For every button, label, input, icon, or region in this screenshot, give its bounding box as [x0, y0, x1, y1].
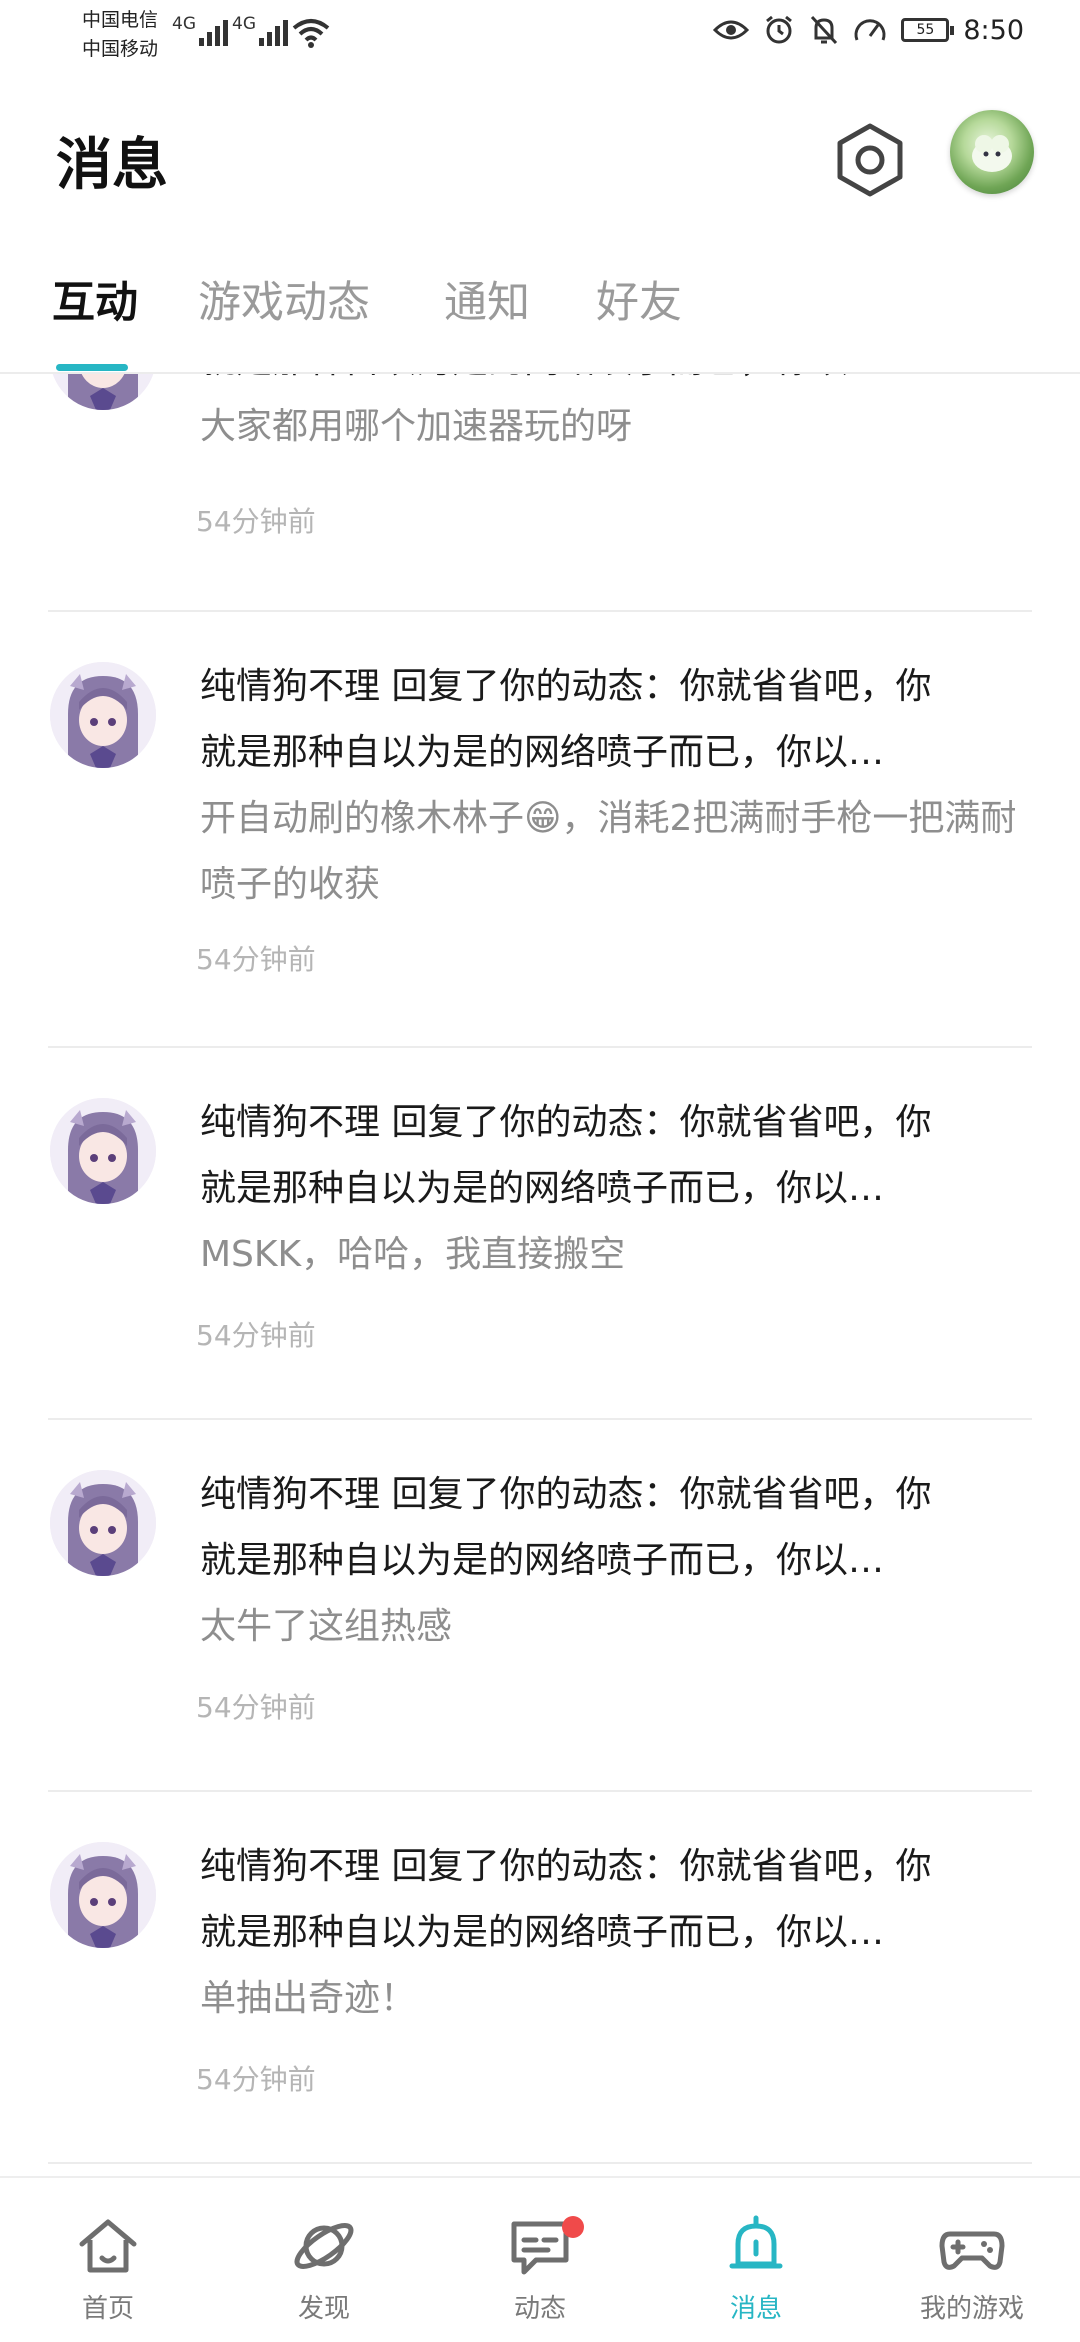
page-title: 消息	[56, 133, 168, 198]
bell-icon	[729, 2215, 783, 2269]
timestamp: 54分钟前	[196, 1319, 316, 1352]
active-tab-indicator	[56, 364, 128, 371]
reply-content: 太牛了这组热感	[200, 1606, 453, 1647]
tab-bar: 互动 游戏动态 通知 好友	[0, 268, 1080, 374]
sender-avatar[interactable]	[50, 372, 156, 410]
timestamp: 54分钟前	[196, 505, 316, 538]
nav-feed[interactable]: 动态	[432, 2178, 648, 2342]
timestamp: 54分钟前	[196, 2063, 316, 2096]
nav-my-games-label: 我的游戏	[919, 2294, 1024, 2324]
signal-1-icon: 4G	[172, 14, 228, 46]
speed-icon	[854, 19, 886, 41]
anime-avatar-icon	[50, 1098, 156, 1204]
carrier-labels: 中国电信 中国移动	[82, 6, 158, 64]
user-avatar[interactable]	[950, 110, 1034, 194]
sender-avatar[interactable]	[50, 662, 156, 768]
message-text-line2: 就是那种自以为是的网络喷子而已，你以…	[200, 372, 1030, 394]
message-text-line1: 纯情狗不理 回复了你的动态：你就省省吧，你	[200, 1846, 932, 1887]
message-text-line2: 就是那种自以为是的网络喷子而已，你以…	[200, 1168, 885, 1209]
carrier-2: 中国移动	[82, 38, 159, 60]
sender-avatar[interactable]	[50, 1098, 156, 1204]
tab-game-updates[interactable]: 游戏动态	[198, 268, 370, 330]
clock: 8:50	[963, 14, 1024, 46]
nav-discover[interactable]: 发现	[216, 2178, 432, 2342]
message-text-line1: 纯情狗不理 回复了你的动态：你就省省吧，你	[200, 1102, 932, 1143]
message-text-line2: 就是那种自以为是的网络喷子而已，你以…	[200, 1912, 885, 1953]
gamepad-icon	[939, 2231, 1005, 2270]
list-item[interactable]: 纯情狗不理 回复了你的动态：你就省省吧，你 就是那种自以为是的网络喷子而已，你以…	[0, 1048, 1080, 1418]
reply-content: 开自动刷的橡木林子😁，消耗2把满耐手枪一把满耐喷子的收获	[200, 798, 1017, 905]
message-text-line1: 纯情狗不理 回复了你的动态：你就省省吧，你	[200, 666, 932, 707]
nav-discover-label: 发现	[297, 2294, 350, 2324]
anime-avatar-icon	[50, 372, 156, 410]
mute-icon	[811, 15, 838, 45]
reply-content: MSKK，哈哈，我直接搬空	[200, 1234, 626, 1275]
nav-my-games[interactable]: 我的游戏	[864, 2178, 1080, 2342]
eye-comfort-icon	[713, 20, 750, 40]
reply-content: 单抽出奇迹！	[200, 1978, 417, 2019]
message-text-line1: 纯情狗不理 回复了你的动态：你就省省吧，你	[200, 1474, 932, 1515]
list-item[interactable]: 纯情狗不理 回复了你的动态：你就省省吧，你 就是那种自以为是的网络喷子而已，你以…	[0, 1792, 1080, 2162]
timestamp: 54分钟前	[196, 943, 316, 976]
message-text-line2: 就是那种自以为是的网络喷子而已，你以…	[200, 732, 885, 773]
nav-home[interactable]: 首页	[0, 2178, 216, 2342]
divider	[48, 2162, 1032, 2164]
network-1-label: 4G	[172, 14, 196, 34]
status-bar: 中国电信 中国移动 4G 4G 55 8:50	[0, 0, 1080, 72]
settings-hex-icon[interactable]	[832, 122, 908, 198]
sender-avatar[interactable]	[50, 1470, 156, 1576]
anime-avatar-icon	[50, 662, 156, 768]
message-list[interactable]: 就是那种自以为是的网络喷子而已，你以… 大家都用哪个加速器玩的呀 54分钟前 纯…	[0, 372, 1080, 2176]
list-item[interactable]: 纯情狗不理 回复了你的动态：你就省省吧，你 就是那种自以为是的网络喷子而已，你以…	[0, 1420, 1080, 1790]
carrier-1: 中国电信	[82, 9, 159, 31]
planet-icon	[294, 2223, 354, 2269]
notification-badge	[562, 2216, 584, 2238]
tab-notifications[interactable]: 通知	[444, 268, 530, 330]
anime-avatar-icon	[50, 1470, 156, 1576]
timestamp: 54分钟前	[196, 1691, 316, 1724]
signal-2-icon: 4G	[232, 14, 288, 46]
sender-avatar[interactable]	[50, 1842, 156, 1948]
anime-avatar-icon	[50, 1842, 156, 1948]
wifi-icon	[292, 19, 330, 48]
bottom-navigation: 首页 发现 动态 消息 我的游戏	[0, 2176, 1080, 2342]
reply-content: 大家都用哪个加速器玩的呀	[200, 406, 633, 447]
nav-home-label: 首页	[81, 2294, 134, 2324]
home-icon	[79, 2219, 137, 2273]
nav-messages-label: 消息	[729, 2294, 782, 2324]
nav-feed-label: 动态	[513, 2294, 566, 2324]
network-2-label: 4G	[232, 14, 256, 34]
alarm-icon	[766, 15, 793, 44]
tab-interactions[interactable]: 互动	[52, 268, 138, 330]
message-text-line2: 就是那种自以为是的网络喷子而已，你以…	[200, 1540, 885, 1581]
list-item[interactable]: 纯情狗不理 回复了你的动态：你就省省吧，你 就是那种自以为是的网络喷子而已，你以…	[0, 612, 1080, 1046]
battery-icon: 55	[901, 18, 955, 42]
battery-level: 55	[916, 22, 935, 38]
tab-friends[interactable]: 好友	[596, 268, 682, 330]
avatar-picture-icon	[972, 135, 1012, 172]
nav-messages[interactable]: 消息	[648, 2178, 864, 2342]
